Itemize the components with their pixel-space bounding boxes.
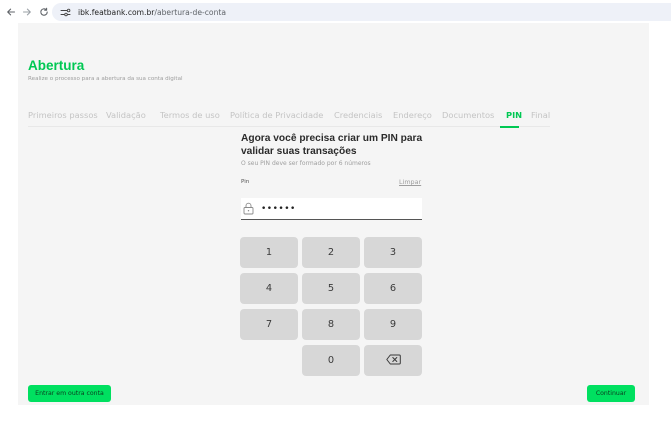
url-domain: ibk.featbank.com.br: [78, 7, 155, 17]
steps-divider: [28, 126, 550, 127]
key-1[interactable]: 1: [240, 237, 298, 268]
key-7[interactable]: 7: [240, 309, 298, 340]
pin-hint: O seu PIN deve ser formado por 6 números: [241, 160, 371, 167]
page-title: Abertura: [28, 58, 85, 73]
active-step-indicator: [500, 126, 519, 128]
switch-account-button[interactable]: Entrar em outra conta: [28, 385, 111, 402]
browser-toolbar: ibk.featbank.com.br/abertura-de-conta: [0, 0, 671, 24]
key-0[interactable]: 0: [302, 345, 360, 376]
page-subtitle: Realize o processo para a abertura da su…: [28, 76, 183, 82]
step-primeiros-passos[interactable]: Primeiros passos: [28, 110, 98, 120]
step-final[interactable]: Final: [531, 110, 550, 120]
pin-label: Pin: [241, 179, 250, 185]
key-4[interactable]: 4: [240, 273, 298, 304]
step-pin[interactable]: PIN: [506, 110, 522, 120]
pin-input[interactable]: ••••••: [241, 198, 422, 220]
key-2[interactable]: 2: [302, 237, 360, 268]
key-5[interactable]: 5: [302, 273, 360, 304]
step-documentos[interactable]: Documentos: [442, 110, 494, 120]
key-3[interactable]: 3: [364, 237, 422, 268]
key-8[interactable]: 8: [302, 309, 360, 340]
back-arrow-icon[interactable]: [4, 5, 18, 19]
backspace-icon: [385, 354, 401, 368]
clear-link[interactable]: Limpar: [399, 178, 421, 186]
lock-icon: [242, 202, 254, 216]
continue-button[interactable]: Continuar: [587, 385, 635, 402]
pin-heading: Agora você precisa criar um PIN para val…: [241, 133, 423, 157]
key-6[interactable]: 6: [364, 273, 422, 304]
forward-arrow-icon[interactable]: [20, 5, 34, 19]
step-credenciais[interactable]: Credenciais: [334, 110, 382, 120]
reload-icon[interactable]: [37, 5, 51, 19]
step-politica-de-privacidade[interactable]: Política de Privacidade: [230, 110, 323, 120]
address-bar[interactable]: ibk.featbank.com.br/abertura-de-conta: [52, 3, 671, 21]
url-path: /abertura-de-conta: [154, 7, 227, 17]
key-9[interactable]: 9: [364, 309, 422, 340]
step-termos-de-uso[interactable]: Termos de uso: [160, 110, 220, 120]
step-endereco[interactable]: Endereço: [393, 110, 432, 120]
step-validacao[interactable]: Validação: [106, 110, 146, 120]
url-text: ibk.featbank.com.br/abertura-de-conta: [78, 8, 226, 17]
key-backspace[interactable]: [364, 345, 422, 376]
site-settings-icon[interactable]: [58, 6, 72, 18]
pin-value: ••••••: [261, 203, 296, 214]
